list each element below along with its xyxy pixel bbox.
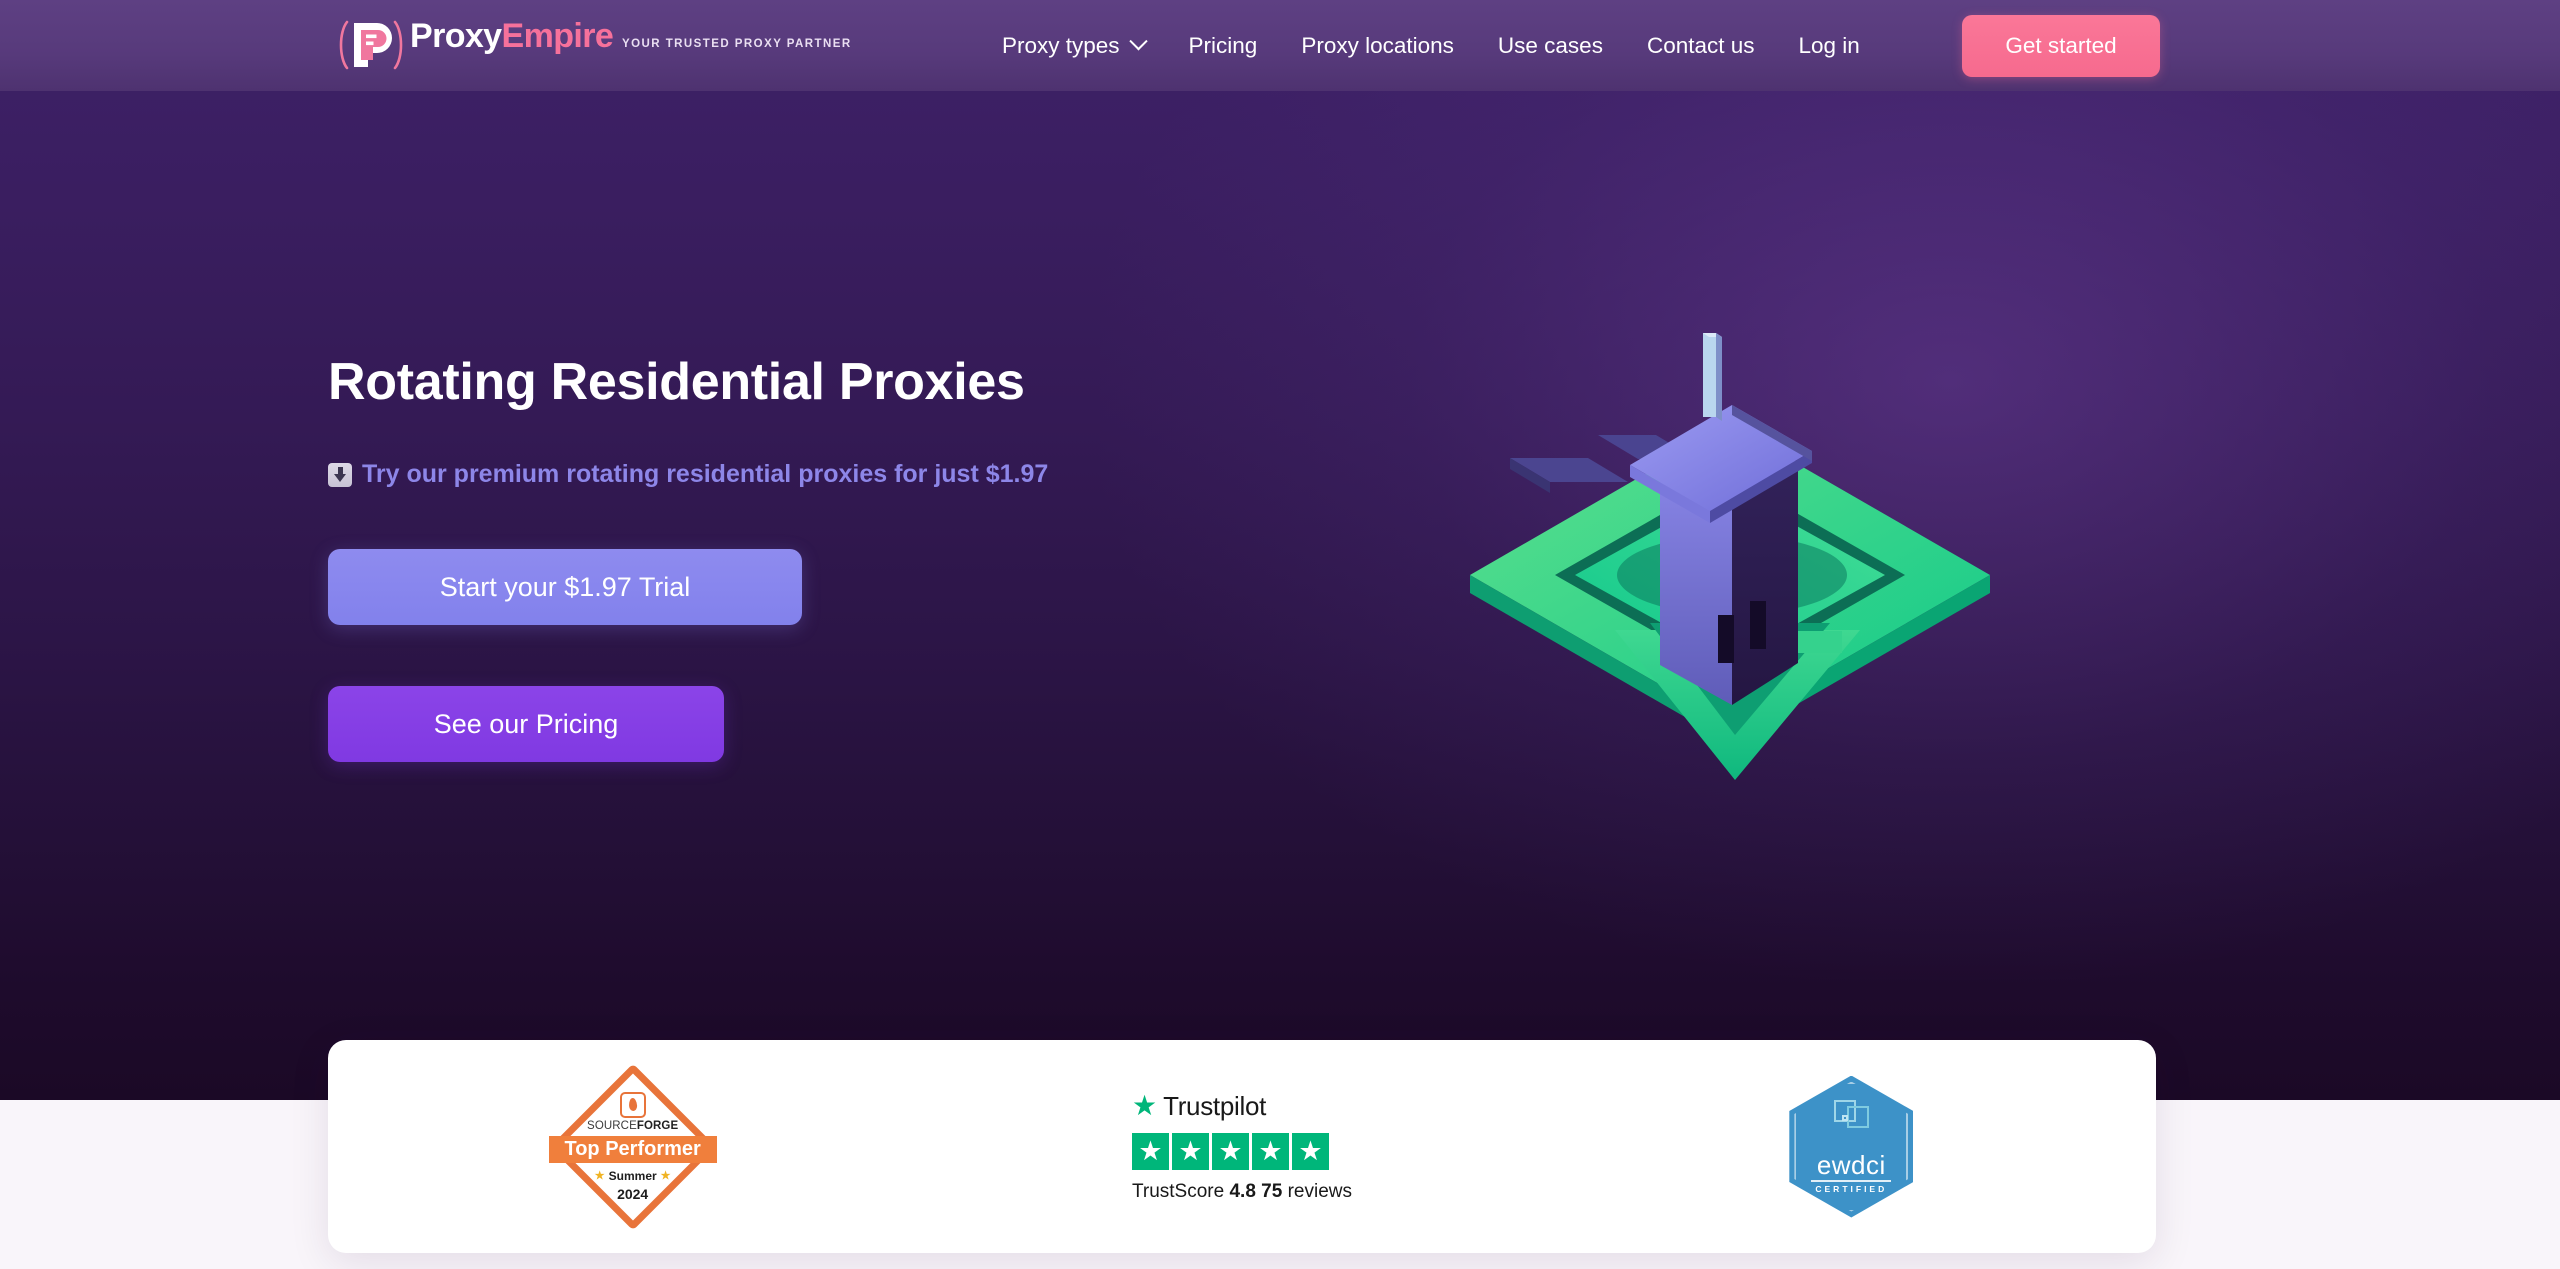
trustpilot-score-line: TrustScore 4.8 75 reviews — [1132, 1181, 1352, 1203]
ewdci-dot-glyph — [1842, 1114, 1849, 1121]
nav-label-pricing: Pricing — [1188, 32, 1258, 58]
trust-badges-card: SOURCEFORGE Top Performer ★ Summer ★ 202… — [328, 1040, 2156, 1253]
sourceforge-award-ribbon: Top Performer — [548, 1135, 717, 1163]
rating-star-1: ★ — [1131, 1132, 1169, 1170]
logo-tagline: YOUR TRUSTED PROXY PARTNER — [622, 38, 852, 50]
star-icon: ★ — [594, 1170, 605, 1182]
rating-star-4: ★ — [1251, 1132, 1289, 1170]
site-logo[interactable]: ProxyEmpire YOUR TRUSTED PROXY PARTNER — [337, 16, 852, 74]
ewdci-square-glyph-front — [1847, 1105, 1870, 1128]
ewdci-hexagon-badge-icon: ewdci CERTIFIED — [1789, 1075, 1914, 1218]
trustpilot-rating-stars: ★ ★ ★ ★ ★ — [1131, 1132, 1329, 1170]
sourceforge-badge: SOURCEFORGE Top Performer ★ Summer ★ 202… — [548, 1063, 717, 1231]
hero-illustration — [1460, 275, 2000, 785]
trustscore-value: 4.8 — [1229, 1180, 1256, 1202]
sourceforge-season-label: Summer — [608, 1168, 657, 1183]
rating-star-5: ★ — [1291, 1132, 1329, 1170]
rating-star-2: ★ — [1171, 1132, 1209, 1170]
down-arrow-emoji-icon — [328, 462, 352, 487]
start-trial-button[interactable]: Start your $1.97 Trial — [328, 549, 802, 625]
sourceforge-word-source: SOURCE — [587, 1119, 637, 1132]
nav-item-contact-us[interactable]: Contact us — [1625, 0, 1777, 91]
sourceforge-season: ★ Summer ★ — [595, 1169, 671, 1183]
logo-word-proxy: Proxy — [410, 17, 502, 55]
trustscore-label: TrustScore — [1131, 1180, 1225, 1202]
sourceforge-word-forge: FORGE — [636, 1119, 679, 1132]
trustpilot-reviews-label: reviews — [1287, 1180, 1352, 1202]
trustpilot-reviews-count: 75 — [1261, 1180, 1283, 1202]
sourceforge-year: 2024 — [617, 1185, 649, 1202]
trustpilot-star-icon: ★ — [1131, 1090, 1158, 1121]
ewdci-divider — [1811, 1179, 1892, 1182]
proxyempire-p-logo-icon — [337, 16, 405, 74]
nav-item-proxy-types[interactable]: Proxy types — [980, 0, 1167, 91]
star-icon: ★ — [660, 1170, 671, 1182]
trustpilot-wordmark: Trustpilot — [1163, 1090, 1267, 1121]
sourceforge-wordmark: SOURCEFORGE — [587, 1120, 678, 1132]
logo-wordmark: ProxyEmpire — [410, 17, 622, 55]
hero-section: Rotating Residential Proxies Try our pre… — [0, 0, 2560, 1100]
trustpilot-widget[interactable]: ★ Trustpilot ★ ★ ★ ★ ★ TrustScore 4.8 75… — [1131, 1091, 1352, 1203]
see-pricing-button[interactable]: See our Pricing — [328, 686, 724, 762]
rating-star-3: ★ — [1211, 1132, 1249, 1170]
sourceforge-flame-icon — [619, 1091, 646, 1118]
nav-item-proxy-locations[interactable]: Proxy locations — [1279, 0, 1476, 91]
hero-subtitle: Try our premium rotating residential pro… — [328, 460, 1048, 489]
nav-label-use-cases: Use cases — [1497, 32, 1603, 58]
ewdci-certified-label: CERTIFIED — [1815, 1183, 1888, 1194]
ewdci-wordmark: ewdci — [1816, 1149, 1886, 1180]
nav-item-log-in[interactable]: Log in — [1777, 0, 1882, 91]
main-navigation: Proxy types Pricing Proxy locations Use … — [980, 0, 1882, 91]
ewdci-badge-slot: ewdci CERTIFIED — [1547, 1075, 2156, 1218]
sourceforge-badge-slot: SOURCEFORGE Top Performer ★ Summer ★ 202… — [328, 1063, 937, 1231]
nav-label-proxy-locations: Proxy locations — [1301, 32, 1454, 58]
nav-label-log-in: Log in — [1798, 32, 1860, 58]
get-started-button[interactable]: Get started — [1962, 15, 2160, 77]
page-title: Rotating Residential Proxies — [328, 353, 1025, 411]
hero-subtitle-text: Try our premium rotating residential pro… — [362, 460, 1049, 488]
trustpilot-badge-slot[interactable]: ★ Trustpilot ★ ★ ★ ★ ★ TrustScore 4.8 75… — [937, 1091, 1546, 1203]
logo-word-empire: Empire — [501, 17, 614, 55]
nav-label-proxy-types: Proxy types — [1002, 32, 1120, 58]
site-header: ProxyEmpire YOUR TRUSTED PROXY PARTNER P… — [0, 0, 2560, 91]
chevron-down-icon — [1128, 32, 1148, 51]
nav-item-use-cases[interactable]: Use cases — [1476, 0, 1625, 91]
trustpilot-logo: ★ Trustpilot — [1132, 1091, 1266, 1122]
nav-label-contact-us: Contact us — [1646, 32, 1755, 58]
nav-item-pricing[interactable]: Pricing — [1167, 0, 1280, 91]
